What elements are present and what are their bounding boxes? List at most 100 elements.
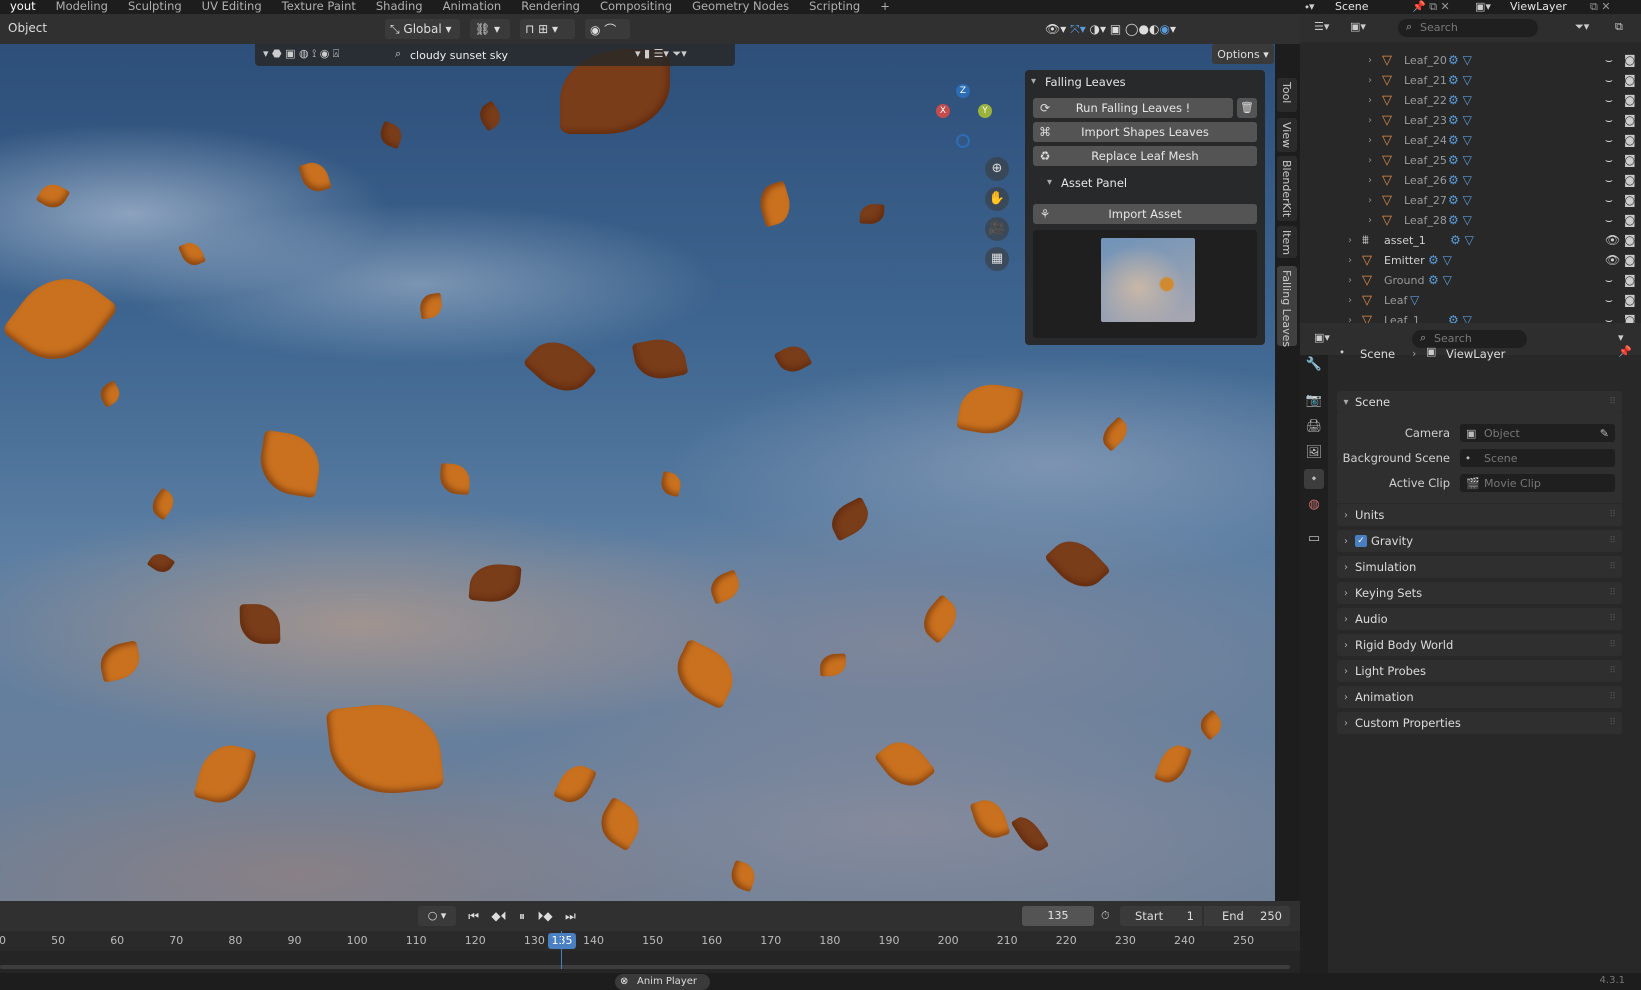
viewport-shading[interactable]: 👁▾ ⤧▾ ◑▾ ▣ ◯ ● ◐ ◉ ▾	[1040, 19, 1270, 39]
viewlayer-name[interactable]: ViewLayer	[1510, 0, 1567, 13]
outliner-item-name[interactable]: Leaf_21	[1404, 74, 1447, 87]
expand-icon[interactable]: ›	[1348, 255, 1352, 266]
outliner-item-name[interactable]: Leaf	[1384, 294, 1407, 307]
viewlayer-actions-icon[interactable]: ⧉ ✕	[1590, 0, 1611, 14]
expand-icon[interactable]: ›	[1368, 55, 1372, 66]
camera-render-icon[interactable]: ◙	[1624, 73, 1636, 87]
sidebar-tab[interactable]: BlenderKit	[1277, 156, 1297, 221]
collection-tab-icon[interactable]: ▭	[1304, 529, 1324, 549]
world-tab-icon[interactable]: ◍	[1304, 495, 1324, 515]
eye-closed-icon[interactable]: ⌣	[1605, 53, 1613, 68]
camera-field[interactable]: ▣ Object ✎	[1460, 424, 1615, 442]
y-axis-icon[interactable]: Y	[978, 104, 992, 118]
camera-render-icon[interactable]: ◙	[1624, 53, 1636, 67]
scene-tab-icon[interactable]: ⬩	[1304, 469, 1324, 489]
expand-icon[interactable]: ›	[1368, 75, 1372, 86]
section-audio[interactable]: › Audio ⠿	[1337, 608, 1622, 630]
eye-closed-icon[interactable]: ⌣	[1605, 93, 1613, 108]
workspace-tab[interactable]: Geometry Nodes	[682, 0, 799, 14]
outliner-item-name[interactable]: Emitter	[1384, 254, 1425, 267]
view-layer-tab-icon[interactable]: 🖼	[1304, 443, 1324, 463]
section-gravity[interactable]: › ✓ Gravity ⠿	[1337, 530, 1622, 552]
workspace-tab[interactable]: UV Editing	[192, 0, 272, 14]
workspace-tab[interactable]: Compositing	[590, 0, 682, 14]
workspace-tab[interactable]: Rendering	[511, 0, 590, 14]
eye-closed-icon[interactable]: ⌣	[1605, 73, 1613, 88]
outliner-row[interactable]: › ▽ Leaf_21 ⚙ ▽ ⌣ ◙	[1300, 70, 1641, 90]
eye-closed-icon[interactable]: ⌣	[1605, 173, 1613, 188]
eye-closed-icon[interactable]: ⌣	[1605, 273, 1613, 288]
editor-type-icon[interactable]: ▣▾	[1314, 331, 1330, 344]
eye-closed-icon[interactable]: ⌣	[1605, 133, 1613, 148]
asset-thumbnail[interactable]	[1101, 238, 1195, 322]
keyframe-type-select[interactable]: ○ ▾	[418, 906, 456, 926]
timeline-ruler[interactable]: 40 50 60 70 80 90 100 110 120 130135 140 150 160 170 1…	[0, 931, 1300, 951]
collapse-chevron-icon[interactable]: ▾	[1031, 76, 1036, 87]
jump-end-icon[interactable]: ⏭	[565, 909, 576, 924]
workspace-tab[interactable]: Scripting	[799, 0, 870, 14]
outliner-item-name[interactable]: Leaf_27	[1404, 194, 1447, 207]
section-simulation[interactable]: › Simulation ⠿	[1337, 556, 1622, 578]
outliner-search[interactable]: ⌕ Search	[1398, 19, 1538, 37]
asset-search-input[interactable]	[410, 46, 630, 64]
camera-render-icon[interactable]: ◙	[1624, 173, 1636, 187]
camera-render-icon[interactable]: ◙	[1624, 233, 1636, 247]
jump-start-icon[interactable]: ⏮	[468, 909, 479, 924]
pin-icon[interactable]: 📌	[1618, 345, 1632, 358]
expand-icon[interactable]: ›	[1348, 235, 1352, 246]
drag-handle-icon[interactable]: ⠿	[1609, 588, 1616, 598]
expand-icon[interactable]: ›	[1348, 275, 1352, 286]
eye-icon[interactable]: 👁	[1605, 253, 1620, 267]
workspace-tab[interactable]: Texture Paint	[272, 0, 366, 14]
section-animation[interactable]: › Animation ⠿	[1337, 686, 1622, 708]
drag-handle-icon[interactable]: ⠿	[1609, 718, 1616, 728]
tool-tab-icon[interactable]: 🔧	[1304, 355, 1324, 375]
eye-closed-icon[interactable]: ⌣	[1605, 293, 1613, 308]
workspace-tab[interactable]: +	[870, 0, 900, 14]
outliner-item-name[interactable]: Leaf_28	[1404, 214, 1447, 227]
output-tab-icon[interactable]: 🖨	[1304, 417, 1324, 437]
scene-icon[interactable]: ⬩▾	[1305, 0, 1314, 14]
expand-icon[interactable]: ›	[1368, 115, 1372, 126]
snap-toggle[interactable]: ⊓ ⊞ ▾	[520, 19, 575, 39]
section-rigid-body-world[interactable]: › Rigid Body World ⠿	[1337, 634, 1622, 656]
navigation-gizmo[interactable]: Z X Y	[930, 84, 1000, 154]
import-asset-button[interactable]: ⚘ Import Asset	[1033, 204, 1257, 224]
expand-icon[interactable]: ›	[1368, 135, 1372, 146]
eyedropper-icon[interactable]: ✎	[1600, 427, 1609, 440]
outliner-row[interactable]: › ▽ Emitter ⚙ ▽ 👁 ◙	[1300, 250, 1641, 270]
drag-handle-icon[interactable]: ⠿	[1609, 640, 1616, 650]
eye-closed-icon[interactable]: ⌣	[1605, 213, 1613, 228]
outliner-row[interactable]: › ▽ Leaf_23 ⚙ ▽ ⌣ ◙	[1300, 110, 1641, 130]
outliner-row[interactable]: › ▽ Leaf_28 ⚙ ▽ ⌣ ◙	[1300, 210, 1641, 230]
x-axis-icon[interactable]: X	[936, 104, 950, 118]
eye-closed-icon[interactable]: ⌣	[1605, 193, 1613, 208]
sidebar-tab[interactable]: View	[1277, 118, 1297, 152]
chevron-down-icon[interactable]: ▾	[1618, 331, 1624, 344]
drag-handle-icon[interactable]: ⠿	[1609, 692, 1616, 702]
run-falling-leaves-button[interactable]: ⟳ Run Falling Leaves !	[1033, 98, 1233, 118]
expand-icon[interactable]: ›	[1348, 295, 1352, 306]
workspace-tab[interactable]: Sculpting	[118, 0, 192, 14]
background-scene-field[interactable]: ⬩ Scene	[1460, 449, 1615, 467]
drag-handle-icon[interactable]: ⠿	[1609, 614, 1616, 624]
close-icon[interactable]: ⊗	[620, 974, 628, 990]
workspace-tab[interactable]: Animation	[433, 0, 512, 14]
section-keying-sets[interactable]: › Keying Sets ⠿	[1337, 582, 1622, 604]
expand-icon[interactable]: ›	[1368, 155, 1372, 166]
section-units[interactable]: › Units ⠿	[1337, 504, 1622, 526]
drag-handle-icon[interactable]: ⠿	[1609, 562, 1616, 572]
expand-icon[interactable]: ›	[1368, 95, 1372, 106]
outliner-item-name[interactable]: asset_1	[1384, 234, 1426, 247]
playhead-line[interactable]	[561, 931, 562, 969]
timeline-body[interactable]	[0, 931, 1300, 973]
pin-icon[interactable]: 📌 ⧉ ✕	[1412, 0, 1450, 14]
timeline-scrollbar[interactable]	[0, 965, 1290, 969]
new-collection-icon[interactable]: ⧉	[1615, 20, 1623, 34]
pause-icon[interactable]: ⏸	[519, 909, 525, 924]
camera-render-icon[interactable]: ◙	[1624, 293, 1636, 307]
outliner-item-name[interactable]: Leaf_23	[1404, 114, 1447, 127]
outliner-row[interactable]: › ⩩ asset_1 ⚙ ▽ 👁 ◙	[1300, 230, 1641, 250]
replace-leaf-mesh-button[interactable]: ♻ Replace Leaf Mesh	[1033, 146, 1257, 166]
gravity-checkbox[interactable]: ✓	[1355, 535, 1367, 547]
